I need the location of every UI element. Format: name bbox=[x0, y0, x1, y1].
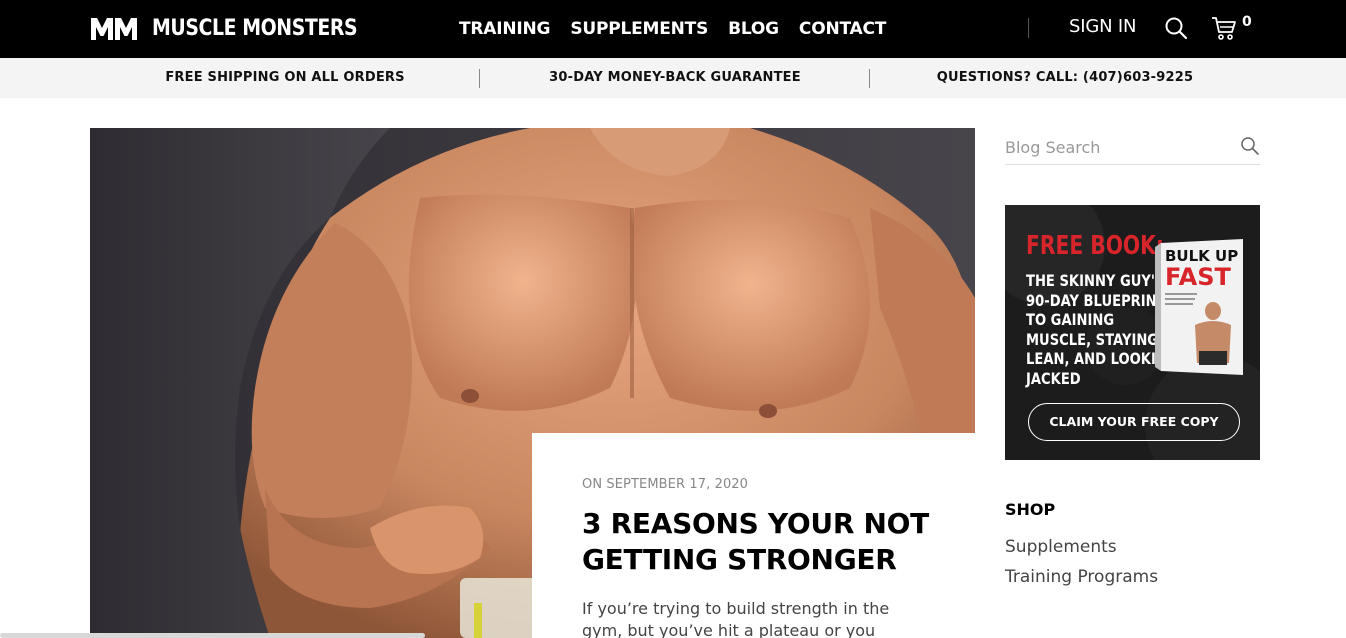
shop-link-training-programs[interactable]: Training Programs bbox=[1005, 567, 1158, 587]
shop-heading: SHOP bbox=[1005, 500, 1056, 519]
ad-headline: FREE BOOK: bbox=[1026, 231, 1164, 261]
promo-free-shipping: FREE SHIPPING ON ALL ORDERS bbox=[165, 70, 405, 85]
ad-line: LEAN, AND LOOKING bbox=[1026, 349, 1178, 368]
mm-logo-icon bbox=[91, 18, 137, 40]
search-icon[interactable] bbox=[1240, 136, 1260, 156]
claim-free-copy-button[interactable]: CLAIM YOUR FREE COPY bbox=[1028, 403, 1240, 441]
logo-text: MUSCLE MONSTERS bbox=[152, 15, 358, 41]
nav-training[interactable]: TRAINING bbox=[459, 19, 551, 39]
promo-bar: FREE SHIPPING ON ALL ORDERS 30-DAY MONEY… bbox=[0, 58, 1346, 98]
post-card[interactable]: ON SEPTEMBER 17, 2020 3 REASONS YOUR NOT… bbox=[532, 433, 975, 638]
search-icon[interactable] bbox=[1164, 16, 1188, 40]
cart-icon[interactable] bbox=[1211, 15, 1237, 41]
nav-supplements[interactable]: SUPPLEMENTS bbox=[570, 19, 708, 39]
site-logo[interactable]: MUSCLE MONSTERS bbox=[90, 14, 391, 42]
cart-count-badge: 0 bbox=[1242, 14, 1252, 30]
site-header: MUSCLE MONSTERS TRAINING SUPPLEMENTS BLO… bbox=[0, 0, 1346, 58]
nav-contact[interactable]: CONTACT bbox=[799, 19, 886, 39]
book-title-line2: FAST bbox=[1165, 263, 1232, 291]
promo-guarantee: 30-DAY MONEY-BACK GUARANTEE bbox=[549, 70, 801, 85]
post-title[interactable]: 3 REASONS YOUR NOT GETTING STRONGER bbox=[582, 506, 942, 578]
blog-search-input[interactable] bbox=[1005, 132, 1225, 162]
post-excerpt: If you’re trying to build strength in th… bbox=[582, 599, 890, 638]
promo-phone[interactable]: QUESTIONS? CALL: (407)603-9225 bbox=[870, 58, 1260, 98]
book-cover-image: BULK UP FAST bbox=[1155, 239, 1243, 375]
post-date: ON SEPTEMBER 17, 2020 bbox=[582, 477, 749, 492]
ad-line: MUSCLE, STAYING bbox=[1026, 329, 1159, 349]
main-nav: TRAINING SUPPLEMENTS BLOG CONTACT bbox=[459, 0, 906, 58]
blog-search bbox=[1005, 132, 1260, 165]
ad-line: THE SKINNY GUY'S bbox=[1026, 271, 1165, 290]
ad-description: THE SKINNY GUY'S 90-DAY BLUEPRINT TO GAI… bbox=[1026, 271, 1178, 388]
ad-line: 90-DAY BLUEPRINT bbox=[1026, 290, 1166, 310]
featured-post-image[interactable]: ON SEPTEMBER 17, 2020 3 REASONS YOUR NOT… bbox=[90, 128, 975, 638]
free-book-ad[interactable]: FREE BOOK: THE SKINNY GUY'S 90-DAY BLUEP… bbox=[1005, 205, 1260, 460]
nav-blog[interactable]: BLOG bbox=[728, 19, 779, 39]
ad-line: TO GAINING bbox=[1026, 310, 1115, 329]
horizontal-scrollbar[interactable] bbox=[0, 633, 425, 638]
sign-in-link[interactable]: SIGN IN bbox=[1069, 16, 1136, 37]
header-divider bbox=[1028, 18, 1029, 38]
shop-link-supplements[interactable]: Supplements bbox=[1005, 537, 1117, 557]
ad-line: JACKED bbox=[1026, 368, 1081, 388]
